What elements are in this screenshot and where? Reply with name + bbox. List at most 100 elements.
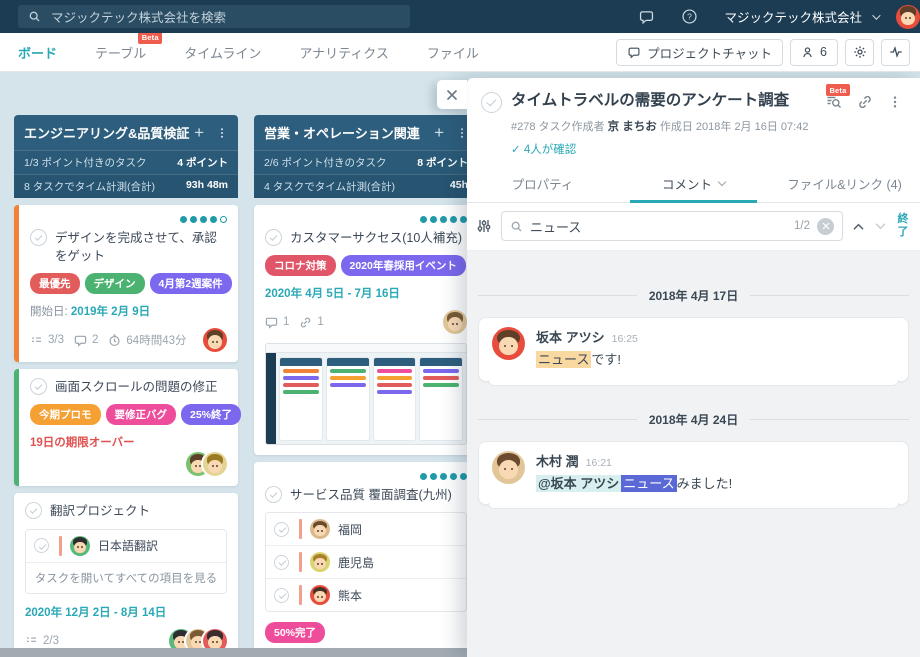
- board-horizontal-scrollbar[interactable]: [0, 648, 467, 657]
- add-task-icon[interactable]: +: [434, 123, 444, 143]
- search-icon: [510, 220, 523, 233]
- checklist-icon: [25, 634, 38, 647]
- comment-time: 16:25: [612, 333, 638, 345]
- members-button[interactable]: 6: [790, 39, 838, 66]
- topbar: マジックテック株式会社を検索 ? マジックテック株式会社: [0, 0, 920, 33]
- finish-search-button[interactable]: 終了: [896, 213, 910, 239]
- tag[interactable]: 今期プロモ: [30, 404, 101, 425]
- complete-check-circle[interactable]: [265, 486, 282, 503]
- checklist-icon: [30, 334, 43, 347]
- subtask-row[interactable]: 福岡: [266, 513, 466, 546]
- subtask-row[interactable]: 熊本: [266, 579, 466, 611]
- confirmed-count[interactable]: ✓ 4人が確認: [467, 134, 920, 157]
- beta-badge: Beta: [138, 32, 162, 44]
- subtask-row[interactable]: 日本語翻訳: [26, 530, 226, 563]
- comment-icon: [265, 316, 278, 329]
- tab-files[interactable]: ファイル&リンク (4): [769, 167, 920, 202]
- project-chat-button[interactable]: プロジェクトチャット: [616, 39, 783, 66]
- task-detail-panel: タイムトラベルの需要のアンケート調査 Beta #278 タスク作成者 京 まち…: [467, 78, 920, 657]
- card-title: 翻訳プロジェクト: [50, 502, 150, 520]
- tag[interactable]: 2020年春採用イベント: [341, 255, 466, 276]
- global-search-input[interactable]: マジックテック株式会社を検索: [18, 5, 410, 28]
- comment-count: 1: [283, 316, 289, 328]
- points-dots: [265, 214, 467, 229]
- column-header: 営業・オペレーション関連 +: [254, 115, 478, 150]
- comments-area: 2018年 4月 17日 坂本 アツシ16:25 ニュースです! 2018年 4…: [467, 251, 920, 657]
- previous-match-icon[interactable]: [852, 222, 865, 231]
- column-time-stat: 8 タスクでタイム計測(合計)93h 48m: [14, 174, 238, 198]
- task-card[interactable]: 翻訳プロジェクト 日本語翻訳 タスクを開いてすべての項目を見る 2020年 12…: [14, 493, 238, 657]
- link-icon: [299, 316, 312, 329]
- subtask-avatar: [310, 519, 330, 539]
- clear-search-button[interactable]: [817, 218, 834, 235]
- complete-check-circle[interactable]: [30, 229, 47, 246]
- task-card[interactable]: サービス品質 覆面調査(九州) 福岡 鹿児島: [254, 462, 478, 657]
- tag[interactable]: 要修正バグ: [106, 404, 177, 425]
- chevron-down-icon: [718, 178, 726, 186]
- task-card[interactable]: デザインを完成させて、承認をゲット 最優先 デザイン 4月第2週案件 開始日: …: [14, 205, 238, 362]
- comment-search-row: ニュース 1/2 終了: [467, 203, 920, 251]
- points-dots: [30, 214, 227, 229]
- tab-table[interactable]: テーブルBeta: [95, 43, 146, 62]
- tab-comments[interactable]: コメント: [618, 167, 769, 202]
- activity-button[interactable]: [881, 39, 910, 66]
- mention[interactable]: @坂本 アツシ: [536, 475, 621, 492]
- tab-board[interactable]: ボード: [18, 43, 57, 62]
- column-title: 営業・オペレーション関連: [264, 123, 434, 142]
- column-points-stat: 1/3 ポイント付きのタスク4 ポイント: [14, 150, 238, 174]
- tab-properties[interactable]: プロパティ: [467, 167, 618, 202]
- tag[interactable]: コロナ対策: [265, 255, 336, 276]
- points-dots: [265, 471, 467, 486]
- task-card[interactable]: カスタマーサクセス(10人補充) コロナ対策 2020年春採用イベント 2020…: [254, 205, 478, 455]
- tag[interactable]: 25%終了: [181, 404, 241, 425]
- filter-icon[interactable]: [476, 218, 492, 234]
- complete-check-circle[interactable]: [265, 229, 282, 246]
- subtask-check-circle[interactable]: [274, 522, 289, 537]
- next-match-icon[interactable]: [874, 222, 887, 231]
- tab-analytics[interactable]: アナリティクス: [299, 43, 389, 62]
- column-engineering: エンジニアリング&品質検証 + 1/3 ポイント付きのタスク4 ポイント 8 タ…: [14, 115, 238, 657]
- subtask-check-circle[interactable]: [274, 588, 289, 603]
- subtask-row[interactable]: 鹿児島: [266, 546, 466, 579]
- column-points-stat: 2/6 ポイント付きのタスク8 ポイント: [254, 150, 478, 174]
- tag[interactable]: 最優先: [30, 273, 80, 294]
- task-card[interactable]: 画面スクロールの問題の修正 今期プロモ 要修正バグ 25%終了 19日の期限オー…: [14, 369, 238, 486]
- add-task-icon[interactable]: +: [194, 123, 204, 143]
- subtask-check-circle[interactable]: [274, 555, 289, 570]
- attachment-thumbnail[interactable]: [265, 343, 467, 445]
- close-button[interactable]: [437, 80, 467, 109]
- tab-files[interactable]: ファイル: [427, 43, 479, 62]
- commenter-avatar: [492, 327, 525, 360]
- comment-search-input[interactable]: ニュース 1/2: [501, 211, 843, 241]
- match-counter: 1/2: [794, 220, 810, 232]
- panel-tabs: プロパティ コメント ファイル&リンク (4): [467, 167, 920, 203]
- open-task-link[interactable]: タスクを開いてすべての項目を見る: [26, 563, 226, 593]
- column-menu-icon[interactable]: [216, 126, 228, 140]
- comment-time: 16:21: [586, 457, 612, 469]
- settings-button[interactable]: [845, 39, 874, 66]
- commenter-avatar: [492, 451, 525, 484]
- gear-icon: [853, 45, 867, 59]
- comment-search-icon[interactable]: Beta: [826, 94, 842, 110]
- tab-timeline[interactable]: タイムライン: [184, 43, 261, 62]
- comment: 坂本 アツシ16:25 ニュースです!: [478, 317, 909, 382]
- link-icon[interactable]: [857, 94, 873, 110]
- more-icon[interactable]: [888, 94, 902, 110]
- tag[interactable]: 4月第2週案件: [150, 273, 232, 294]
- chevron-down-icon[interactable]: [872, 11, 880, 19]
- tag[interactable]: 50%完了: [265, 622, 325, 643]
- user-avatar[interactable]: [896, 5, 920, 29]
- comment-text: @坂本 アツシニュースみました!: [536, 474, 732, 494]
- comment-text: ニュースです!: [536, 350, 638, 370]
- help-icon[interactable]: ?: [681, 8, 698, 25]
- subtask-accent-bar: [299, 519, 302, 539]
- complete-check-circle[interactable]: [25, 502, 42, 519]
- date-divider: 2018年 4月 17日: [478, 287, 909, 304]
- chat-icon[interactable]: [638, 8, 655, 25]
- subtask-accent-bar: [59, 536, 62, 556]
- subtask-count: 2/3: [43, 635, 59, 647]
- task-check-circle[interactable]: [481, 92, 502, 113]
- subtask-check-circle[interactable]: [34, 538, 49, 553]
- complete-check-circle[interactable]: [30, 378, 47, 395]
- tag[interactable]: デザイン: [85, 273, 145, 294]
